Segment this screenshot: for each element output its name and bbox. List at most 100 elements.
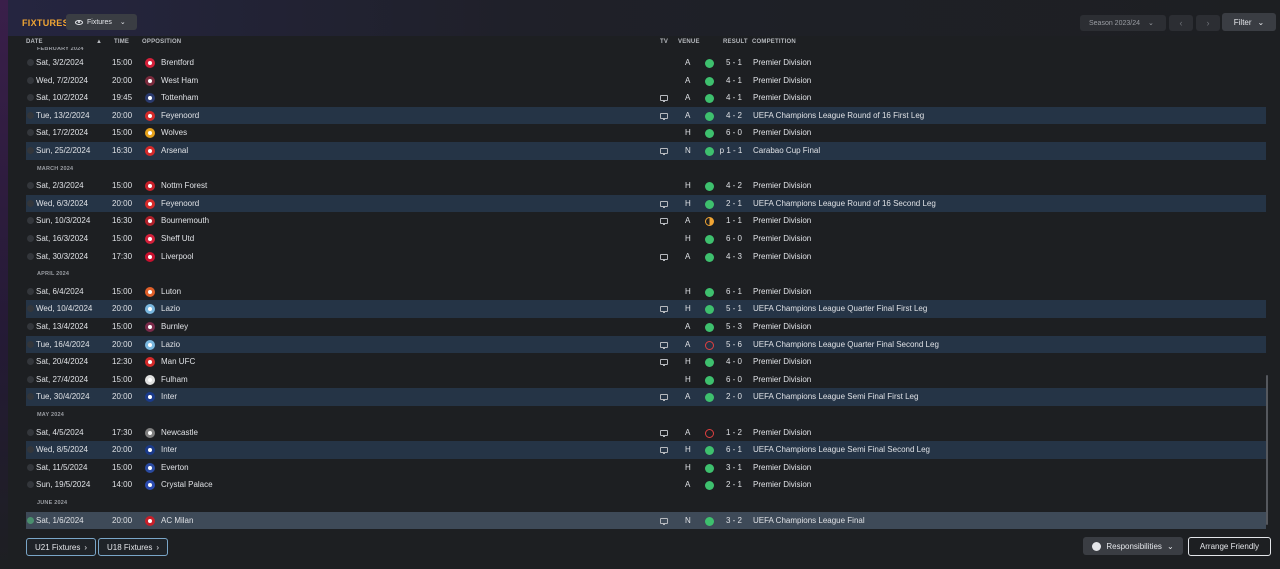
opposition-link[interactable]: Nottm Forest <box>161 177 207 195</box>
table-row[interactable]: Sat, 2/3/2024 15:00 Nottm Forest H 4 - 2 Prem… <box>26 177 1266 195</box>
competition-link[interactable]: UEFA Champions League Quarter Final Firs… <box>753 300 927 318</box>
table-row[interactable]: Tue, 16/4/2024 20:00 Lazio A 5 - 6 UEFA Champ… <box>26 335 1266 354</box>
previous-button[interactable]: ‹ <box>1169 15 1193 31</box>
table-row[interactable]: Wed, 10/4/2024 20:00 Lazio H 5 - 1 UEFA Champ… <box>26 300 1266 318</box>
fixture-result[interactable]: 3 - 2 <box>723 512 745 530</box>
arrange-friendly-button[interactable]: Arrange Friendly <box>1188 537 1271 556</box>
fixture-result[interactable]: 6 - 0 <box>723 371 745 389</box>
fixture-result[interactable]: 1 - 2 <box>723 424 745 442</box>
competition-link[interactable]: Premier Division <box>753 72 811 90</box>
column-header-opposition[interactable]: OPPOSITION <box>142 39 181 47</box>
table-row[interactable]: Sat, 30/3/2024 17:30 Liverpool A 4 - 3 Premie… <box>26 248 1266 266</box>
column-header-competition[interactable]: COMPETITION <box>752 39 796 47</box>
column-header-result[interactable]: RESULT <box>723 39 748 47</box>
competition-link[interactable]: Premier Division <box>753 459 811 477</box>
competition-link[interactable]: Premier Division <box>753 124 811 142</box>
competition-link[interactable]: UEFA Champions League Quarter Final Seco… <box>753 336 939 354</box>
fixture-result[interactable]: 5 - 1 <box>723 54 745 72</box>
fixture-result[interactable]: 4 - 2 <box>723 107 745 125</box>
table-row[interactable]: Sat, 13/4/2024 15:00 Burnley A 5 - 3 Premier … <box>26 318 1266 336</box>
table-row[interactable]: Sat, 17/2/2024 15:00 Wolves H 6 - 0 Premier D… <box>26 124 1266 142</box>
opposition-link[interactable]: Brentford <box>161 54 194 72</box>
table-row[interactable]: Sat, 6/4/2024 15:00 Luton H 6 - 1 Premier Div… <box>26 283 1266 301</box>
table-row[interactable]: Sat, 3/2/2024 15:00 Brentford A 5 - 1 Premier… <box>26 54 1266 72</box>
opposition-link[interactable]: Inter <box>161 388 177 406</box>
fixture-result[interactable]: 5 - 3 <box>723 318 745 336</box>
competition-link[interactable]: Carabao Cup Final <box>753 142 820 160</box>
fixture-result[interactable]: 4 - 2 <box>723 177 745 195</box>
opposition-link[interactable]: Arsenal <box>161 142 188 160</box>
opposition-link[interactable]: Burnley <box>161 318 188 336</box>
opposition-link[interactable]: Man UFC <box>161 353 195 371</box>
opposition-link[interactable]: Sheff Utd <box>161 230 194 248</box>
fixture-result[interactable]: 4 - 1 <box>723 89 745 107</box>
fixture-result[interactable]: 4 - 1 <box>723 72 745 90</box>
opposition-link[interactable]: Newcastle <box>161 424 198 442</box>
table-row[interactable]: Sat, 16/3/2024 15:00 Sheff Utd H 6 - 0 Premie… <box>26 230 1266 248</box>
fixture-result[interactable]: 4 - 0 <box>723 353 745 371</box>
opposition-link[interactable]: Inter <box>161 441 177 459</box>
competition-link[interactable]: Premier Division <box>753 476 811 494</box>
opposition-link[interactable]: Crystal Palace <box>161 476 213 494</box>
opposition-link[interactable]: Luton <box>161 283 181 301</box>
filter-button[interactable]: Filter ⌄ <box>1222 13 1276 31</box>
opposition-link[interactable]: Feyenoord <box>161 195 199 213</box>
opposition-link[interactable]: Tottenham <box>161 89 198 107</box>
table-row[interactable]: Wed, 8/5/2024 20:00 Inter H 6 - 1 UEFA Champi… <box>26 441 1266 459</box>
competition-link[interactable]: UEFA Champions League Semi Final First L… <box>753 388 918 406</box>
competition-link[interactable]: Premier Division <box>753 248 811 266</box>
responsibilities-button[interactable]: Responsibilities ⌄ <box>1083 537 1183 555</box>
table-row[interactable]: Tue, 13/2/2024 20:00 Feyenoord A 4 - 2 UEFA C… <box>26 106 1266 125</box>
competition-link[interactable]: UEFA Champions League Round of 16 Second… <box>753 195 936 213</box>
column-header-tv[interactable]: TV <box>660 39 668 47</box>
opposition-link[interactable]: Everton <box>161 459 189 477</box>
fixture-result[interactable]: 2 - 1 <box>723 195 745 213</box>
table-row[interactable]: Wed, 6/3/2024 20:00 Feyenoord H 2 - 1 UEFA Ch… <box>26 194 1266 213</box>
competition-link[interactable]: Premier Division <box>753 54 811 72</box>
table-row[interactable]: Wed, 7/2/2024 20:00 West Ham A 4 - 1 Premier … <box>26 72 1266 90</box>
fixture-result[interactable]: 2 - 0 <box>723 388 745 406</box>
scrollbar[interactable] <box>1266 375 1268 525</box>
next-button[interactable]: › <box>1196 15 1220 31</box>
fixture-result[interactable]: 3 - 1 <box>723 459 745 477</box>
opposition-link[interactable]: Fulham <box>161 371 188 389</box>
fixture-result[interactable]: 1 - 1 <box>723 212 745 230</box>
fixture-result[interactable]: 6 - 0 <box>723 124 745 142</box>
competition-link[interactable]: Premier Division <box>753 353 811 371</box>
opposition-link[interactable]: Liverpool <box>161 248 193 266</box>
competition-link[interactable]: Premier Division <box>753 318 811 336</box>
competition-link[interactable]: Premier Division <box>753 283 811 301</box>
fixture-result[interactable]: 6 - 0 <box>723 230 745 248</box>
table-row[interactable]: Sat, 20/4/2024 12:30 Man UFC H 4 - 0 Premier … <box>26 353 1266 371</box>
table-row[interactable]: Sat, 4/5/2024 17:30 Newcastle A 1 - 2 Premier… <box>26 424 1266 442</box>
view-dropdown[interactable]: Fixtures ⌄ <box>66 14 137 30</box>
table-row[interactable]: Sat, 1/6/2024 20:00 AC Milan N 3 - 2 UEFA Cha… <box>26 511 1266 530</box>
table-row[interactable]: Sun, 19/5/2024 14:00 Crystal Palace A 2 - 1 P… <box>26 476 1266 494</box>
competition-link[interactable]: Premier Division <box>753 424 811 442</box>
fixture-result[interactable]: 5 - 6 <box>723 336 745 354</box>
fixture-result[interactable]: 6 - 1 <box>723 283 745 301</box>
opposition-link[interactable]: West Ham <box>161 72 198 90</box>
competition-link[interactable]: UEFA Champions League Semi Final Second … <box>753 441 930 459</box>
opposition-link[interactable]: Wolves <box>161 124 187 142</box>
fixture-result[interactable]: 2 - 1 <box>723 476 745 494</box>
season-dropdown[interactable]: Season 2023/24 ⌄ <box>1080 15 1166 31</box>
table-row[interactable]: Sun, 10/3/2024 16:30 Bournemouth A 1 - 1 Prem… <box>26 212 1266 230</box>
column-header-venue[interactable]: VENUE <box>678 39 700 47</box>
competition-link[interactable]: Premier Division <box>753 212 811 230</box>
opposition-link[interactable]: Lazio <box>161 336 180 354</box>
opposition-link[interactable]: Lazio <box>161 300 180 318</box>
competition-link[interactable]: Premier Division <box>753 371 811 389</box>
column-header-date[interactable]: DATE <box>26 39 43 47</box>
table-row[interactable]: Sat, 10/2/2024 19:45 Tottenham A 4 - 1 Premie… <box>26 89 1266 107</box>
opposition-link[interactable]: AC Milan <box>161 512 193 530</box>
opposition-link[interactable]: Bournemouth <box>161 212 209 230</box>
competition-link[interactable]: Premier Division <box>753 89 811 107</box>
opposition-link[interactable]: Feyenoord <box>161 107 199 125</box>
fixture-result[interactable]: p 1 - 1 <box>716 142 746 160</box>
fixture-result[interactable]: 6 - 1 <box>723 441 745 459</box>
fixture-result[interactable]: 5 - 1 <box>723 300 745 318</box>
table-row[interactable]: Tue, 30/4/2024 20:00 Inter A 2 - 0 UEFA Champ… <box>26 388 1266 406</box>
table-row[interactable]: Sat, 11/5/2024 15:00 Everton H 3 - 1 Premier … <box>26 459 1266 477</box>
table-row[interactable]: Sun, 25/2/2024 16:30 Arsenal Np 1 - 1 Caraba… <box>26 142 1266 160</box>
